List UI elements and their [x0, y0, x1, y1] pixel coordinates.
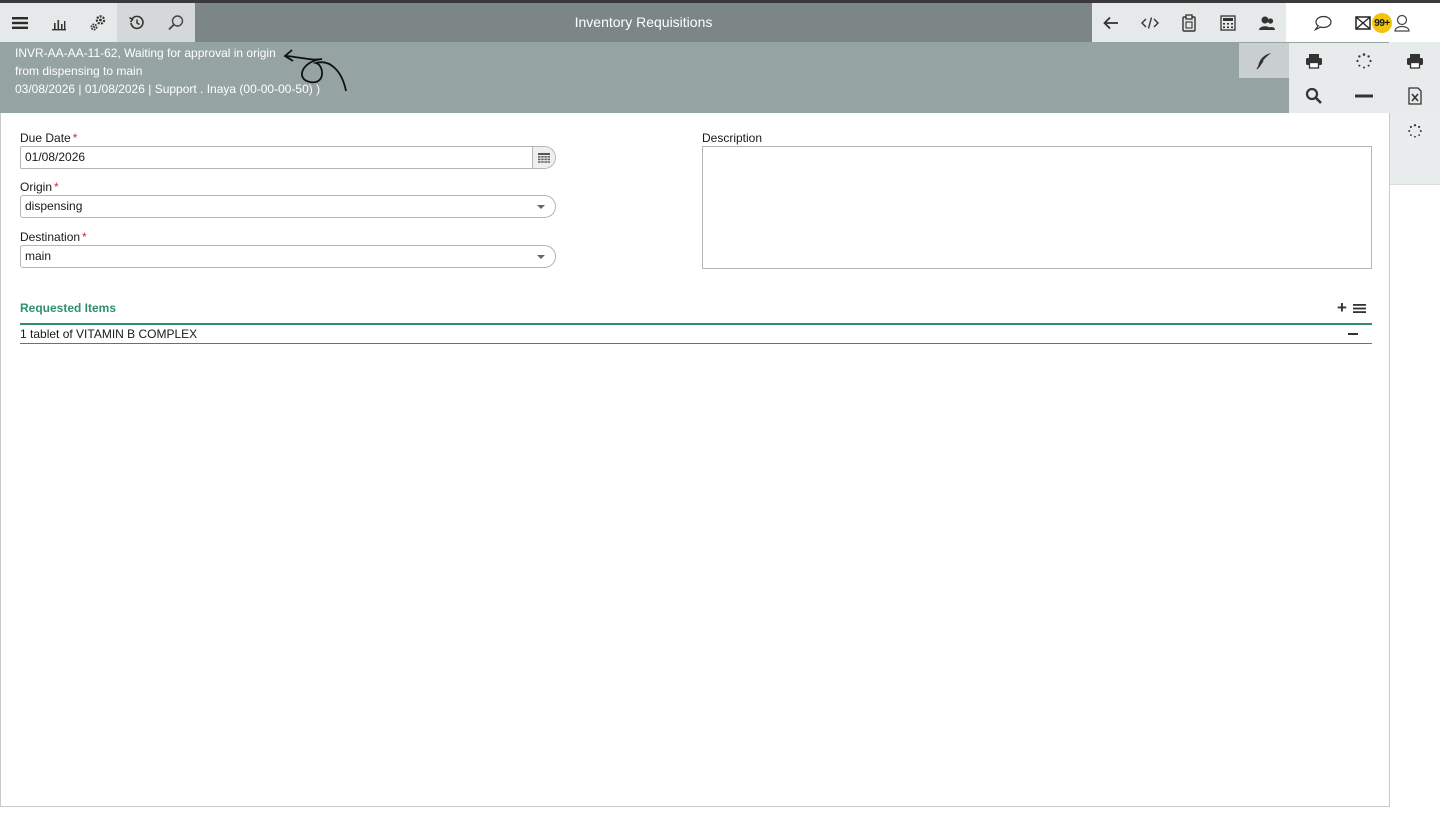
loading-spinner-icon	[1408, 123, 1422, 138]
minus-icon	[1355, 94, 1373, 97]
sign-button[interactable]	[1239, 43, 1289, 78]
profile-button[interactable]	[1392, 3, 1412, 42]
menu-button[interactable]	[0, 3, 39, 42]
back-button[interactable]	[1092, 3, 1131, 42]
origin-value: dispensing	[25, 199, 83, 213]
remove-item-minus-icon[interactable]	[1348, 333, 1358, 335]
clipboard-icon	[1182, 13, 1196, 32]
print-button[interactable]	[1289, 43, 1339, 78]
mail-icon	[1355, 15, 1371, 30]
refresh-button[interactable]	[1339, 43, 1389, 78]
curved-arrow-annotation-icon	[283, 49, 347, 92]
record-route: from dispensing to main	[15, 64, 143, 78]
record-summary: INVR-AA-AA-11-62, Waiting for approval i…	[15, 44, 320, 98]
print-button-secondary[interactable]	[1390, 43, 1440, 78]
record-header: INVR-AA-AA-11-62, Waiting for approval i…	[0, 42, 1389, 113]
settings-gears-icon	[90, 14, 105, 30]
right-toolbar	[1092, 3, 1286, 42]
collapse-button[interactable]	[1339, 78, 1389, 113]
bar-chart-icon	[51, 19, 66, 30]
code-icon	[1141, 16, 1160, 29]
due-date-value: 01/08/2026	[25, 150, 86, 164]
clipboard-button[interactable]	[1170, 3, 1209, 42]
printer-icon	[1306, 53, 1322, 69]
left-toolbar	[0, 3, 195, 42]
destination-value: main	[25, 249, 52, 263]
history-icon	[128, 15, 144, 29]
description-label: Description	[702, 131, 763, 145]
chat-bubble-icon	[1314, 15, 1332, 31]
origin-select[interactable]: dispensing	[20, 195, 556, 218]
user-toolbar: 99+	[1286, 3, 1440, 42]
calendar-grid-icon	[538, 152, 550, 163]
find-button[interactable]	[1289, 78, 1339, 113]
menu-icon	[11, 16, 28, 29]
record-dates: 03/08/2026 | 01/08/2026 | Support . Inay…	[15, 82, 321, 96]
required-marker: *	[82, 230, 87, 244]
excel-file-icon	[1408, 86, 1422, 105]
required-marker: *	[72, 131, 78, 145]
item-text: 1 tablet of VITAMIN B COMPLEX	[20, 327, 198, 341]
due-date-field[interactable]: 01/08/2026	[20, 146, 556, 169]
user-profile-icon	[1394, 14, 1410, 32]
chevron-down-icon	[537, 255, 545, 259]
due-date-label: Due Date *	[20, 131, 78, 145]
top-bar: Inventory Requisitions 99+	[0, 3, 1440, 42]
calendar-button[interactable]	[532, 147, 555, 168]
origin-label: Origin *	[20, 180, 59, 194]
calculator-icon	[1220, 14, 1236, 31]
requested-items-title: Requested Items	[20, 301, 117, 315]
loading-spinner-icon	[1356, 52, 1372, 68]
users-button[interactable]	[1247, 3, 1286, 42]
code-button[interactable]	[1131, 3, 1170, 42]
feather-pen-icon	[1256, 52, 1271, 69]
calculator-button[interactable]	[1208, 3, 1247, 42]
app-title: Inventory Requisitions	[574, 14, 713, 30]
search-icon	[167, 14, 183, 30]
chevron-down-icon	[537, 205, 545, 209]
destination-select[interactable]: main	[20, 245, 556, 268]
required-marker: *	[54, 180, 59, 194]
users-icon	[1258, 16, 1275, 30]
destination-label: Destination *	[20, 230, 87, 244]
back-arrow-icon	[1103, 16, 1119, 29]
export-excel-button[interactable]	[1390, 78, 1440, 113]
list-menu-icon[interactable]	[1352, 299, 1366, 317]
printer-icon	[1407, 53, 1423, 69]
search-button[interactable]	[156, 3, 195, 42]
add-item-button[interactable]: +	[1337, 299, 1347, 317]
chat-button[interactable]	[1310, 3, 1336, 42]
notification-badge[interactable]: 99+	[1372, 13, 1392, 33]
settings-button[interactable]	[78, 3, 117, 42]
messages-button[interactable]	[1353, 3, 1373, 42]
reports-button[interactable]	[39, 3, 78, 42]
history-button[interactable]	[117, 3, 156, 42]
description-textarea[interactable]	[702, 146, 1372, 269]
magnifier-icon	[1305, 87, 1322, 104]
form-content: Due Date * 01/08/2026 Origin * dispensing …	[0, 113, 1390, 807]
record-title: INVR-AA-AA-11-62, Waiting for approval i…	[15, 46, 276, 60]
list-item[interactable]: 1 tablet of VITAMIN B COMPLEX	[20, 325, 1372, 344]
requested-items-tools: +	[1337, 299, 1366, 317]
loading-indicator	[1390, 113, 1440, 148]
